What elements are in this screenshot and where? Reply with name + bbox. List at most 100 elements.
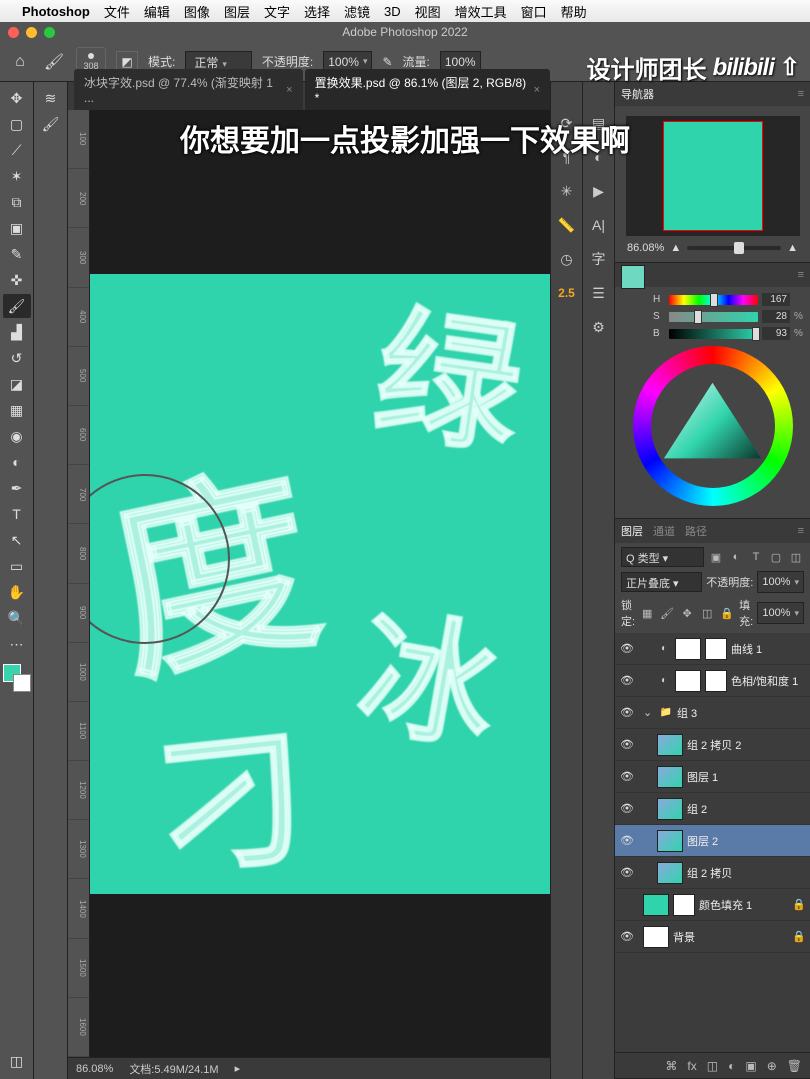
zoom-tool-icon[interactable]: 🔍	[3, 606, 31, 630]
loading-icon[interactable]: ✳	[556, 180, 578, 202]
chevron-right-icon[interactable]: ▸	[235, 1062, 241, 1075]
character-icon[interactable]: A|	[588, 214, 610, 236]
close-icon[interactable]: ×	[534, 84, 540, 96]
layer-row[interactable]: 颜色填充 1🔒	[615, 889, 810, 921]
eraser-tool-icon[interactable]: ◪	[3, 372, 31, 396]
layer-filter-select[interactable]: Q 类型 ▾	[621, 547, 704, 567]
vertical-ruler[interactable]: 100 200 300 400 500 600 700 800 900 1000…	[68, 110, 90, 1057]
layer-name[interactable]: 组 3	[677, 705, 806, 721]
sliders-icon[interactable]: ⚙	[588, 316, 610, 338]
color-wheel[interactable]	[633, 346, 793, 506]
foreground-background-swatch[interactable]	[3, 664, 31, 692]
layer-row[interactable]: 👁背景🔒	[615, 921, 810, 953]
filter-smart-icon[interactable]: ◫	[788, 551, 804, 564]
link-layers-icon[interactable]: ⌘	[665, 1059, 677, 1073]
layer-thumbnail[interactable]	[657, 734, 683, 756]
visibility-toggle[interactable]: 👁	[619, 802, 635, 815]
blur-tool-icon[interactable]: ◉	[3, 424, 31, 448]
layer-mask-thumb[interactable]	[705, 638, 727, 660]
layer-name[interactable]: 图层 2	[687, 833, 806, 849]
menu-image[interactable]: 图像	[184, 2, 210, 21]
hue-value[interactable]: 167	[762, 293, 790, 306]
doc-tab-1[interactable]: 冰块字效.psd @ 77.4% (渐变映射 1 ... ×	[74, 69, 303, 110]
stamp-tool-icon[interactable]: ▟	[3, 320, 31, 344]
current-color-swatch[interactable]	[621, 265, 645, 289]
ruler-icon[interactable]: 📏	[556, 214, 578, 236]
layer-mask-icon[interactable]: ◫	[707, 1059, 718, 1073]
brush-settings-icon[interactable]: ≋	[37, 86, 65, 110]
layer-name[interactable]: 背景	[673, 929, 788, 945]
sat-slider[interactable]	[669, 312, 758, 322]
app-name[interactable]: Photoshop	[22, 4, 90, 19]
layer-fx-icon[interactable]: fx	[687, 1059, 696, 1073]
pen-tool-icon[interactable]: ✒	[3, 476, 31, 500]
layer-row[interactable]: 👁 图层 2	[615, 825, 810, 857]
layers-tab[interactable]: 图层	[621, 523, 643, 539]
shape-tool-icon[interactable]: ▭	[3, 554, 31, 578]
quickselect-tool-icon[interactable]: ✶	[3, 164, 31, 188]
channels-tab[interactable]: 通道	[653, 523, 675, 539]
visibility-toggle[interactable]: 👁	[619, 770, 635, 783]
layer-row[interactable]: 👁 组 2 拷贝	[615, 857, 810, 889]
home-icon[interactable]: ⌂	[8, 50, 32, 74]
layer-row[interactable]: 👁◐曲线 1	[615, 633, 810, 665]
gradient-tool-icon[interactable]: ▦	[3, 398, 31, 422]
navigator-thumbnail[interactable]	[626, 116, 800, 236]
menu-filter[interactable]: 滤镜	[344, 2, 370, 21]
layer-thumbnail[interactable]	[643, 926, 669, 948]
lock-all-icon[interactable]: 🔒	[719, 607, 735, 620]
layer-name[interactable]: 色相/饱和度 1	[731, 673, 806, 689]
lock-trans-icon[interactable]: ▦	[639, 607, 655, 620]
zoom-level[interactable]: 86.08%	[76, 1063, 113, 1075]
nav-zoom-value[interactable]: 86.08%	[627, 242, 664, 254]
layer-mask-thumb[interactable]	[673, 894, 695, 916]
bri-slider[interactable]	[669, 329, 758, 339]
zoom-slider[interactable]	[687, 246, 781, 250]
history-brush-tool-icon[interactable]: ↺	[3, 346, 31, 370]
visibility-toggle[interactable]: 👁	[619, 866, 635, 879]
visibility-toggle[interactable]: 👁	[619, 674, 635, 687]
visibility-toggle[interactable]: 👁	[619, 738, 635, 751]
sat-value[interactable]: 28	[762, 310, 790, 323]
filter-shape-icon[interactable]: ▢	[768, 551, 784, 564]
layer-fill-input[interactable]: 100%▾	[757, 602, 804, 624]
layer-name[interactable]: 组 2 拷贝	[687, 865, 806, 881]
layer-thumbnail[interactable]	[657, 798, 683, 820]
visibility-toggle[interactable]: 👁	[619, 930, 635, 943]
path-select-tool-icon[interactable]: ↖	[3, 528, 31, 552]
visibility-toggle[interactable]: 👁	[619, 834, 635, 847]
menu-view[interactable]: 视图	[415, 2, 441, 21]
layer-thumbnail[interactable]	[657, 766, 683, 788]
doc-info[interactable]: 文档:5.49M/24.1M	[129, 1061, 218, 1077]
navigator-tab[interactable]: 导航器	[621, 86, 654, 102]
layer-row[interactable]: 👁⌄📁组 3	[615, 697, 810, 729]
blend-mode-select[interactable]: 正片叠底 ▾	[621, 572, 702, 592]
doc-tab-2[interactable]: 置换效果.psd @ 86.1% (图层 2, RGB/8) * ×	[305, 69, 550, 110]
crop-tool-icon[interactable]: ⧉	[3, 190, 31, 214]
healing-tool-icon[interactable]: ✜	[3, 268, 31, 292]
menu-file[interactable]: 文件	[104, 2, 130, 21]
menu-3d[interactable]: 3D	[384, 4, 401, 19]
layer-row[interactable]: 👁组 2	[615, 793, 810, 825]
new-group-icon[interactable]: ▣	[745, 1059, 756, 1073]
menu-plugins[interactable]: 增效工具	[455, 2, 507, 21]
layer-row[interactable]: 👁组 2 拷贝 2	[615, 729, 810, 761]
zoom-in-icon[interactable]: ▲	[787, 242, 798, 254]
frame-tool-icon[interactable]: ▣	[3, 216, 31, 240]
layer-thumbnail[interactable]	[675, 638, 701, 660]
filter-type-icon[interactable]: T	[748, 551, 764, 564]
new-layer-icon[interactable]: ⊕	[767, 1059, 777, 1073]
value-badge[interactable]: 2.5	[556, 282, 578, 304]
lock-pos-icon[interactable]: ✥	[679, 607, 695, 620]
filter-adjust-icon[interactable]: ◐	[728, 551, 744, 564]
layer-name[interactable]: 图层 1	[687, 769, 806, 785]
canvas-viewport[interactable]: 绿 度 冰 刁	[90, 110, 550, 1057]
move-tool-icon[interactable]: ✥	[3, 86, 31, 110]
layer-opacity-input[interactable]: 100%▾	[757, 571, 804, 593]
panel-menu-icon[interactable]: ≡	[798, 525, 804, 537]
brushes-icon[interactable]: 🖌	[37, 112, 65, 136]
hue-slider[interactable]	[669, 295, 758, 305]
glyphs-icon[interactable]: 字	[588, 248, 610, 270]
layer-thumbnail[interactable]	[675, 670, 701, 692]
filter-pixel-icon[interactable]: ▣	[708, 551, 724, 564]
